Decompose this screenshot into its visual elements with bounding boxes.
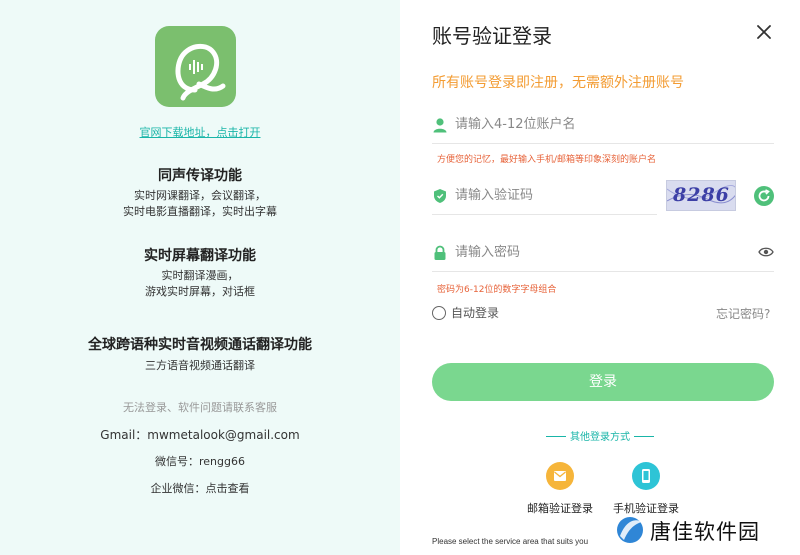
feature-desc-line: 实时电影直播翻译，实时出字幕	[123, 205, 277, 218]
captcha-input[interactable]	[455, 183, 655, 207]
password-hint: 密码为6-12位的数字字母组合	[437, 285, 557, 295]
captcha-text: 8286	[673, 184, 730, 206]
app-logo-icon	[155, 26, 236, 107]
close-icon[interactable]	[754, 22, 774, 42]
phone-icon	[632, 462, 660, 490]
password-row	[432, 234, 774, 272]
gmail-contact: Gmail：mwmetalook@gmail.com	[100, 428, 300, 442]
captcha-image[interactable]: 8286	[666, 180, 736, 211]
feature-title-simultaneous: 同声传译功能	[158, 168, 242, 184]
other-methods-divider: 其他登录方式	[400, 428, 800, 443]
feature-desc-line: 实时网课翻译，会议翻译，	[134, 189, 266, 202]
email-icon	[546, 462, 574, 490]
user-icon	[433, 118, 447, 133]
auto-login-checkbox[interactable]: 自动登录	[432, 304, 499, 321]
download-link[interactable]: 官网下载地址，点击打开	[0, 124, 400, 140]
login-panel: 账号验证登录 所有账号登录即注册，无需额外注册账号 方便您的记忆，最好输入手机/…	[400, 0, 800, 555]
username-hint: 方便您的记忆，最好输入手机/邮箱等印象深刻的账户名	[437, 155, 657, 165]
shield-icon	[434, 189, 446, 203]
feature-desc-line: 三方语音视频通话翻译	[145, 359, 255, 372]
support-text: 无法登录、软件问题请联系客服	[123, 401, 277, 414]
lock-icon	[434, 245, 446, 260]
email-login-label: 邮箱验证登录	[527, 502, 593, 515]
watermark-logo-icon	[617, 517, 643, 543]
wechat-contact: 微信号：rengg66	[155, 455, 245, 468]
refresh-icon[interactable]	[754, 186, 774, 206]
feature-title-screen: 实时屏幕翻译功能	[144, 248, 256, 264]
register-notice: 所有账号登录即注册，无需额外注册账号	[432, 75, 684, 91]
feature-title-call: 全球跨语种实时音视频通话翻译功能	[88, 337, 312, 353]
forgot-password-link[interactable]: 忘记密码?	[716, 305, 770, 322]
captcha-row	[432, 177, 657, 215]
auto-login-label: 自动登录	[451, 306, 500, 320]
login-button[interactable]: 登录	[432, 363, 774, 401]
divider-line	[634, 436, 654, 437]
left-panel: 官网下载地址，点击打开 同声传译功能 实时网课翻译，会议翻译， 实时电影直播翻译…	[0, 0, 400, 555]
eye-icon[interactable]	[758, 245, 774, 259]
page-title: 账号验证登录	[432, 24, 552, 48]
username-row	[432, 106, 774, 144]
watermark: 唐佳软件园	[614, 512, 794, 546]
divider-line	[546, 436, 566, 437]
enterprise-wechat-link[interactable]: 企业微信：点击查看	[0, 480, 400, 496]
email-login-option[interactable]: 邮箱验证登录	[520, 462, 600, 516]
watermark-text: 唐佳软件园	[650, 520, 760, 544]
feature-desc-line: 游戏实时屏幕，对话框	[145, 285, 255, 298]
radio-circle-icon	[432, 306, 446, 320]
feature-desc-line: 实时翻译漫画，	[161, 269, 239, 282]
other-methods-label: 其他登录方式	[570, 432, 630, 443]
username-input[interactable]	[455, 112, 655, 136]
password-input[interactable]	[455, 240, 655, 264]
phone-login-option[interactable]: 手机验证登录	[606, 462, 686, 516]
service-area-note: Please select the service area that suit…	[432, 537, 589, 546]
